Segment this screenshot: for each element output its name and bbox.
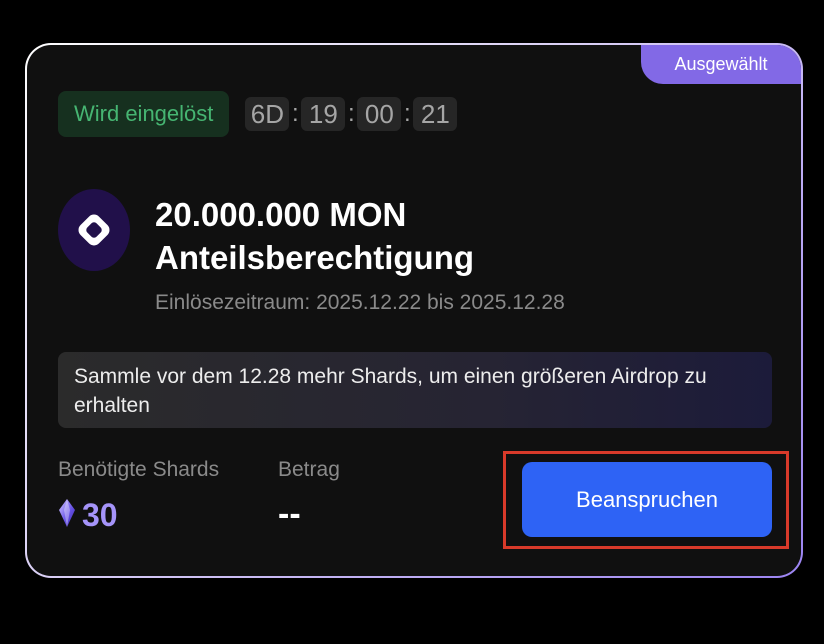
token-title-amount: 20.000.000 MON	[155, 196, 407, 233]
countdown-separator: :	[292, 100, 299, 127]
hint-banner: Sammle vor dem 12.28 mehr Shards, um ein…	[58, 352, 772, 428]
monad-logo-icon	[58, 189, 130, 271]
card-body: Ausgewählt Wird eingelöst 6D : 19 : 00 :…	[27, 45, 801, 576]
redemption-card: Ausgewählt Wird eingelöst 6D : 19 : 00 :…	[25, 43, 803, 578]
required-shards-number: 30	[82, 497, 118, 533]
token-title: 20.000.000 MON Anteilsberechtigung	[155, 193, 474, 279]
amount-value: --	[278, 495, 301, 533]
countdown-separator: :	[404, 100, 411, 127]
countdown-minutes: 00	[357, 97, 402, 131]
countdown-separator: :	[348, 100, 355, 127]
countdown-timer: 6D : 19 : 00 : 21	[245, 97, 458, 131]
countdown-days: 6D	[245, 97, 290, 131]
required-shards-value: 30	[58, 497, 118, 534]
required-shards-label: Benötigte Shards	[58, 458, 220, 481]
status-row: Wird eingelöst 6D : 19 : 00 : 21	[58, 91, 458, 137]
selected-badge: Ausgewählt	[641, 45, 801, 84]
countdown-hours: 19	[301, 97, 346, 131]
token-title-entitlement: Anteilsberechtigung	[155, 239, 475, 276]
redemption-period: Einlösezeitraum: 2025.12.22 bis 2025.12.…	[155, 291, 565, 314]
crystal-shard-icon	[58, 498, 76, 533]
amount-label: Betrag	[278, 458, 340, 481]
status-badge: Wird eingelöst	[58, 91, 230, 137]
countdown-seconds: 21	[413, 97, 458, 131]
claim-button[interactable]: Beanspruchen	[522, 462, 772, 537]
